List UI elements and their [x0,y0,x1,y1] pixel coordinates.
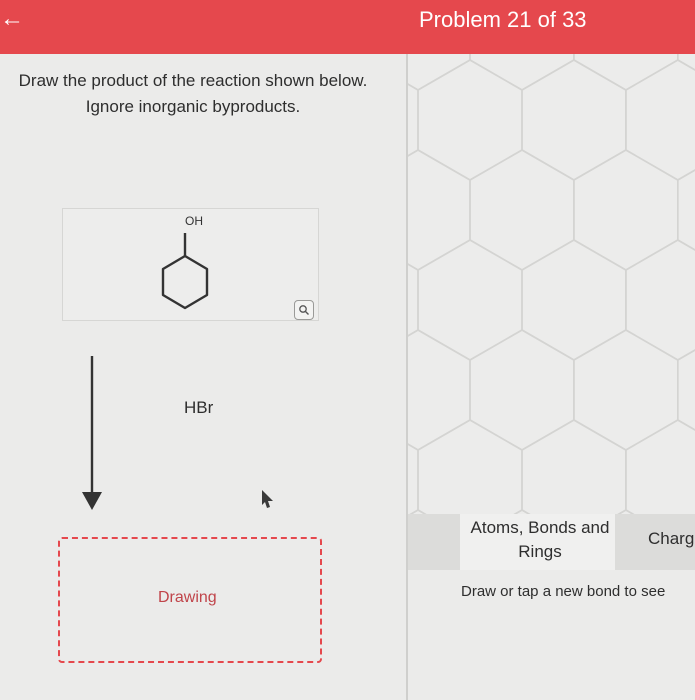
grid-hexagon [676,169,695,251]
cursor-icon [262,490,273,508]
canvas-hint: Draw or tap a new bond to see [461,583,666,600]
grid-hexagon [408,149,471,271]
grid-hexagon [469,149,575,271]
grid-hexagon [417,239,523,361]
grid-hexagon [417,419,523,514]
hydroxyl-label: OH [185,214,203,228]
grid-hexagon [573,149,679,271]
reagent-label: HBr [184,398,214,417]
grid-hexagon [408,83,419,157]
tab-atoms-label: Atoms, Bonds and Rings [470,518,610,561]
grid-hexagon [676,349,695,431]
cyclohexane-ring [161,233,209,310]
question-text: Draw the product of the reaction shown b… [18,71,368,116]
hexagon-grid [408,54,695,514]
problem-title: Problem 21 of 33 [419,7,587,32]
grid-hexagon [521,239,627,361]
drawing-placeholder: Drawing [158,589,217,606]
grid-hexagon [469,329,575,451]
grid-hexagon [521,59,627,181]
grid-hexagon [521,419,627,514]
reaction-arrow [82,356,102,510]
grid-hexagon [408,54,471,91]
grid-hexagon [417,59,523,181]
grid-hexagon [625,239,695,361]
grid-hexagon [408,329,471,451]
drawing-canvas[interactable] [408,54,695,514]
grid-hexagon [469,54,575,91]
magnify-icon [299,305,309,315]
grid-hexagon [408,263,419,337]
grid-hexagon [408,443,419,514]
grid-hexagon [573,54,679,91]
zoom-button[interactable] [294,300,314,320]
grid-hexagon [625,59,695,181]
grid-hexagon [573,329,679,451]
arrow-left-icon: ← [0,5,24,32]
grid-hexagon [625,419,695,514]
tab-charges[interactable]: Charg [648,529,694,549]
grid-hexagon [676,54,695,71]
header-bar [0,0,695,54]
back-button[interactable]: ← [0,4,24,34]
